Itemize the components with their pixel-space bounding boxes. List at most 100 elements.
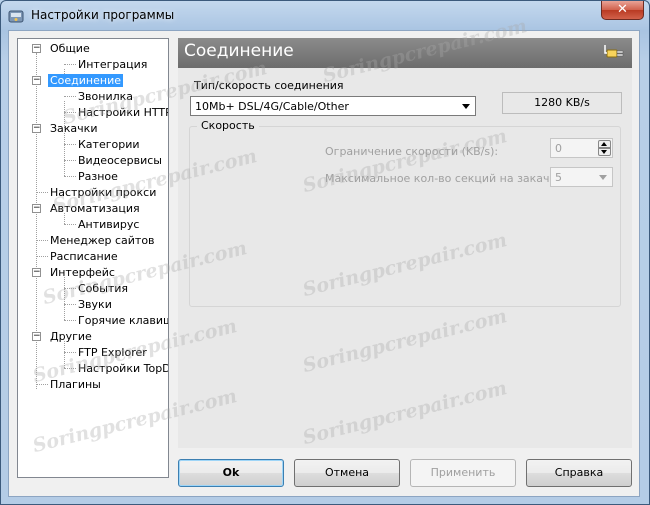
- tree-item-zakachki[interactable]: Закачки: [50, 121, 97, 137]
- app-icon: [8, 10, 24, 23]
- collapse-icon: −: [33, 331, 41, 341]
- tree-item-label: Соединение: [48, 74, 124, 87]
- tree-line: [64, 277, 65, 320]
- tree-line: [36, 240, 48, 241]
- tree-item-label: Звуки: [78, 298, 112, 311]
- collapse-icon: −: [33, 75, 41, 85]
- tree-item-label: Общие: [50, 42, 90, 55]
- tree-item-label: Расписание: [50, 250, 118, 263]
- tree-item-label: События: [78, 282, 129, 295]
- tree-item-label: Разное: [78, 170, 118, 183]
- tree-item-label: Интерфейс: [50, 266, 115, 279]
- tree-item-nastroyki-topdownloader[interactable]: Настройки TopDownloader: [78, 361, 168, 377]
- spin-buttons: [598, 140, 611, 156]
- tree-line: [36, 256, 48, 257]
- expander-avtomatizatsiya[interactable]: −: [32, 204, 41, 213]
- close-button[interactable]: ✕: [601, 1, 644, 20]
- speed-limit-label: Ограничение скорости (KB/s):: [325, 145, 499, 158]
- tree-item-antivirus[interactable]: Антивирус: [78, 217, 139, 233]
- settings-tree[interactable]: − − − − − − Общие Интеграция Соединение …: [17, 38, 169, 478]
- tree-item-label: Антивирус: [78, 218, 140, 231]
- tree-line: [64, 352, 76, 353]
- tree-line: [36, 384, 48, 385]
- tree-item-plaginy[interactable]: Плагины: [50, 377, 101, 393]
- max-sections-value: 5: [555, 171, 562, 184]
- speed-readout: 1280 KB/s: [502, 92, 622, 114]
- panel-header: Соединение: [178, 38, 632, 68]
- tree-item-label: Настройки прокси: [50, 186, 157, 199]
- expander-soedinenie[interactable]: −: [32, 76, 41, 85]
- expander-interfeys[interactable]: −: [32, 268, 41, 277]
- tree-item-interfeys[interactable]: Интерфейс: [50, 265, 115, 281]
- speed-limit-stepper[interactable]: 0: [550, 138, 613, 158]
- tree-item-label: Видеосервисы: [78, 154, 162, 167]
- tree-item-label: Интеграция: [78, 58, 148, 71]
- tree-item-obshchie[interactable]: Общие: [50, 41, 90, 57]
- title-bar[interactable]: Настройки программы ✕: [1, 1, 649, 31]
- tree-item-label: Другие: [50, 330, 92, 343]
- ok-button[interactable]: Ok: [178, 459, 284, 487]
- tree-item-label: Автоматизация: [50, 202, 140, 215]
- plug-icon: [604, 45, 624, 58]
- close-icon: ✕: [617, 2, 628, 17]
- tree-line: [64, 133, 65, 176]
- tree-line: [64, 144, 76, 145]
- tree-line: [64, 288, 76, 289]
- tree-item-label: Менеджер сайтов: [50, 234, 155, 247]
- apply-button[interactable]: Применить: [410, 459, 516, 487]
- connection-type-label: Тип/скорость соединения: [194, 79, 344, 92]
- max-sections-select[interactable]: 5: [550, 167, 613, 187]
- collapse-icon: −: [33, 123, 41, 133]
- max-sections-label: Максимальное кол-во секций на закачку:: [325, 172, 567, 185]
- collapse-icon: −: [33, 43, 41, 53]
- tree-item-raspisanie[interactable]: Расписание: [50, 249, 118, 265]
- tree-item-label: Категории: [78, 138, 140, 151]
- tree-line: [64, 160, 76, 161]
- tree-item-zvonilka[interactable]: Звонилка: [78, 89, 133, 105]
- collapse-icon: −: [33, 203, 41, 213]
- expander-obshchie[interactable]: −: [32, 44, 41, 53]
- tree-item-sobytiya[interactable]: События: [78, 281, 128, 297]
- tree-item-avtomatizatsiya[interactable]: Автоматизация: [50, 201, 140, 217]
- tree-item-label: Закачки: [50, 122, 98, 135]
- window-title: Настройки программы: [31, 8, 175, 22]
- tree-item-label: Настройки HTTP/FTP: [78, 106, 169, 119]
- connection-type-select[interactable]: 10Mb+ DSL/4G/Cable/Other: [190, 96, 476, 116]
- tree-item-soedinenie[interactable]: Соединение: [48, 73, 124, 89]
- tree-item-raznoe[interactable]: Разное: [78, 169, 118, 185]
- tree-item-ftp-explorer[interactable]: FTP Explorer: [78, 345, 147, 361]
- tree-line: [64, 368, 76, 369]
- arrow-down-icon: [601, 150, 607, 154]
- expander-zakachki[interactable]: −: [32, 124, 41, 133]
- tree-item-goryachie-klavishi[interactable]: Горячие клавиши: [78, 313, 168, 329]
- arrow-up-icon: [601, 142, 607, 146]
- speed-group-title: Скорость: [197, 119, 259, 132]
- connection-type-value: 10Mb+ DSL/4G/Cable/Other: [195, 100, 349, 113]
- tree-item-videoservisy[interactable]: Видеосервисы: [78, 153, 162, 169]
- tree-item-drugie[interactable]: Другие: [50, 329, 92, 345]
- tree-item-label: Горячие клавиши: [78, 314, 168, 327]
- speed-limit-value: 0: [555, 142, 562, 155]
- cancel-button[interactable]: Отмена: [294, 459, 400, 487]
- tree-line: [64, 304, 76, 305]
- tree-item-menedzher-saytov[interactable]: Менеджер сайтов: [50, 233, 155, 249]
- chevron-down-icon: [462, 104, 470, 109]
- tree-item-nastroyki-proksi[interactable]: Настройки прокси: [50, 185, 156, 201]
- tree-item-label: FTP Explorer: [78, 346, 147, 359]
- help-button[interactable]: Справка: [526, 459, 632, 487]
- tree-item-kategorii[interactable]: Категории: [78, 137, 140, 153]
- tree-item-nastroyki-http[interactable]: Настройки HTTP/FTP: [78, 105, 169, 121]
- tree-item-label: Плагины: [50, 378, 101, 391]
- panel-title: Соединение: [184, 41, 294, 61]
- tree-item-integratsiya[interactable]: Интеграция: [78, 57, 147, 73]
- tree-item-zvuki[interactable]: Звуки: [78, 297, 112, 313]
- tree-line: [64, 96, 76, 97]
- spin-up-button[interactable]: [598, 140, 611, 148]
- expander-drugie[interactable]: −: [32, 332, 41, 341]
- collapse-icon: −: [33, 267, 41, 277]
- spin-down-button[interactable]: [598, 148, 611, 156]
- chevron-down-icon: [599, 175, 607, 180]
- tree-line: [36, 192, 48, 193]
- tree-item-label: Настройки TopDownloader: [78, 362, 168, 375]
- tree-line: [64, 64, 76, 65]
